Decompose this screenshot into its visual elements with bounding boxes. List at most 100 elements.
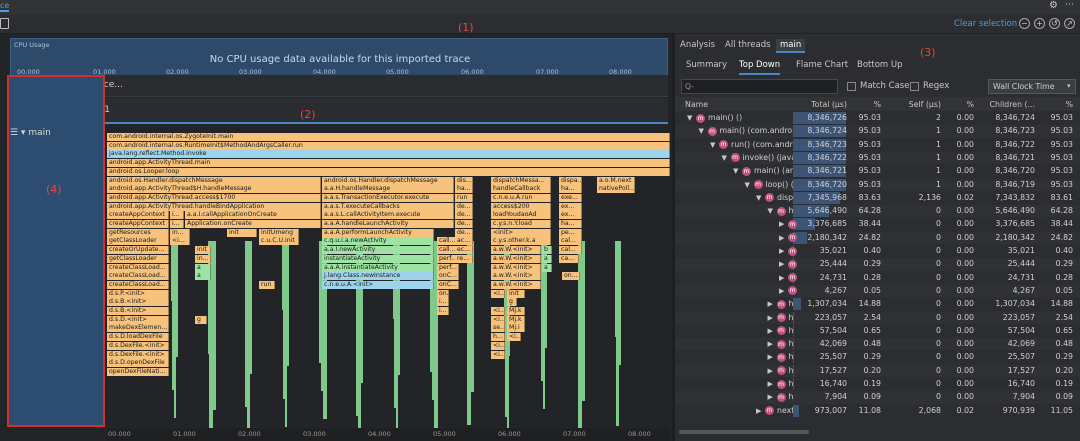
flame-frame[interactable]: <i... [507,333,521,342]
flame-frame[interactable]: java.lang.reflect.Method.invoke [107,150,670,159]
thread-row[interactable]: ☰ ▸ SharedPreference... [10,75,668,97]
flame-frame[interactable]: cal... [559,237,582,246]
flame-frame[interactable]: perf... [437,263,459,272]
flame-frame[interactable]: a.a.H.handleMessage [322,185,454,194]
flame-frame[interactable]: pe... [559,228,582,237]
flame-frame[interactable]: h... [491,333,505,342]
flame-frame[interactable]: c.y.s.n.Y.load [491,220,551,228]
flame-frame[interactable]: android.os.Handler.dispatchMessage [322,176,454,185]
flame-frame[interactable]: a.a.s.T.executeCallbacks [322,202,454,211]
clear-selection-link[interactable]: Clear selection [954,19,1017,29]
expand-caret-icon[interactable]: ▼ [756,194,761,202]
expand-caret-icon[interactable]: ▶ [779,220,784,228]
flame-frame[interactable]: access$200 [491,202,551,211]
table-row[interactable]: ▶ m 2,180,342 24.82 0 0.00 2,180,342 24.82 [675,231,1080,244]
zoom-out-icon[interactable]: − [1019,18,1030,29]
table-row[interactable]: ▶ m h 17,527 0.20 0 0.00 17,527 0.20 [675,364,1080,377]
table-row[interactable]: ▶ m h 7,904 0.09 0 0.00 7,904 0.09 [675,391,1080,404]
col-self[interactable]: Self (μs) [899,100,941,109]
flame-frame[interactable]: g [195,315,207,324]
col-self-pct[interactable]: % [958,100,974,109]
flame-frame[interactable]: c.q.u.i.a.newActivity [322,237,434,246]
flame-frame[interactable]: a.w.W.<init> [491,280,541,289]
col-children[interactable]: Children (... [980,100,1035,109]
flame-frame[interactable]: <i... [491,350,505,359]
flame-frame[interactable]: onC... [437,272,459,281]
flame-frame[interactable]: Mj.i [507,324,525,333]
flame-frame[interactable]: onC... [437,280,459,289]
table-row[interactable]: ▶ m h 223,057 2.54 0 0.00 223,057 2.54 [675,311,1080,324]
expand-caret-icon[interactable]: ▶ [768,300,773,308]
flame-frame[interactable]: getClassLoader [107,254,169,263]
clock-select[interactable]: Wall Clock Time ▾ [988,79,1076,94]
flame-frame[interactable]: a [195,272,211,281]
flame-frame-spike[interactable] [286,241,289,366]
table-row[interactable]: ▶ m 4,267 0.05 0 0.00 4,267 0.05 [675,284,1080,298]
flame-frame-spike[interactable] [212,241,216,410]
expand-caret-icon[interactable]: ▼ [733,167,738,175]
flame-frame[interactable]: d.s.D.loadDexFile [107,333,169,342]
flame-frame[interactable]: init [195,246,211,255]
flame-frame[interactable]: <i... [491,307,505,315]
flame-frame[interactable]: android.app.ActivityThread.access$1700 [107,193,321,202]
tab-analysis[interactable]: Analysis [680,40,715,50]
expand-caret-icon[interactable]: ▼ [687,114,692,122]
col-name[interactable]: Name [685,100,708,109]
flame-frame[interactable]: ca... [559,254,579,263]
flame-frame[interactable]: ex... [559,202,582,211]
flame-frame[interactable]: <i... [170,237,190,246]
flame-frame[interactable]: de... [455,202,473,211]
expand-caret-icon[interactable]: ▶ [768,393,773,401]
thread-row[interactable]: ☰ ▸ pool-32-thread-1 [10,98,668,124]
profiler-tab[interactable]: ce [0,1,10,12]
flame-frame[interactable]: ha... [559,220,582,228]
expand-caret-icon[interactable]: ▶ [768,380,773,388]
flame-frame[interactable]: a.a.I.newActivity [322,246,434,255]
expand-caret-icon[interactable]: ▼ [699,127,704,135]
flame-frame[interactable]: handleCallback [491,185,551,194]
flame-frame[interactable]: ec... [455,246,473,255]
flame-frame[interactable]: makeDexElemen... [107,324,169,333]
flame-frame[interactable]: createAppContext [107,211,169,220]
expand-caret-icon[interactable]: ▶ [756,407,761,415]
col-children-pct[interactable]: % [1055,100,1073,109]
table-row[interactable]: ▼ m h 5,646,490 64.28 0 0.00 5,646,490 64.28 [675,205,1080,218]
expand-caret-icon[interactable]: ▶ [768,314,773,322]
flame-frame[interactable]: se... [491,324,505,333]
flame-frame[interactable]: createClassLoad... [107,280,169,289]
flame-frame[interactable]: Mj.k [507,315,525,324]
flame-frame[interactable]: a.w.W.<init> [491,263,541,272]
reset-zoom-icon[interactable]: ↺ [1049,18,1060,29]
flame-frame[interactable]: ac... [455,237,473,246]
attach-icon[interactable]: ↗ [1064,18,1075,29]
expand-caret-icon[interactable]: ▶ [768,367,773,375]
flame-frame[interactable]: init [507,289,525,298]
flame-frame[interactable]: run [259,280,275,289]
flame-frame[interactable]: createClassLoad... [107,263,169,272]
subtab-top-down[interactable]: Top Down [739,60,781,75]
table-row[interactable]: ▼ m main() () 8,346,726 95.03 2 0.00 8,346,724 9… [675,112,1080,124]
flame-frame[interactable]: d.s.DexFile.<init> [107,341,169,350]
flame-frame[interactable]: a.a.A.performLaunchActivity [322,228,434,237]
flame-frame[interactable]: dis... [455,176,473,185]
table-row[interactable]: ▼ m loop() (8,346,720 95.03 1 0.00 8,346,719 95… [675,178,1080,191]
expand-caret-icon[interactable]: ▶ [779,287,784,295]
subtab-summary[interactable]: Summary [686,60,727,70]
flame-frame[interactable]: c.y.s.other.k.a [491,237,551,246]
flame-frame[interactable]: a.a.s.L.callActivityItem.execute [322,211,454,220]
flame-frame[interactable]: i... [170,211,184,220]
flame-frame[interactable]: a.o.M.next [597,176,635,185]
flame-frame[interactable]: in... [170,228,190,237]
col-total[interactable]: Total (μs) [803,100,847,109]
tab-all-threads[interactable]: All threads [725,40,771,50]
subtab-bottom-up[interactable]: Bottom Up [857,60,903,70]
flame-frame[interactable]: ex... [559,211,582,220]
table-row[interactable]: ▶ m 24,731 0.28 0 0.00 24,731 0.28 [675,271,1080,284]
table-row[interactable]: ▶ m h 25,507 0.29 0 0.00 25,507 0.29 [675,351,1080,364]
table-row[interactable]: ▶ m 35,021 0.40 0 0.00 35,021 0.40 [675,245,1080,257]
flame-frame[interactable]: g [507,298,517,307]
flame-frame[interactable]: loadYoudaoAd [491,211,551,220]
table-row[interactable]: ▼ m main() (com.android 8,346,724 95.03 1 0.00… [675,125,1080,138]
horizontal-scrollbar[interactable] [679,430,809,434]
flame-frame[interactable]: dispatchMessa... [491,176,551,185]
